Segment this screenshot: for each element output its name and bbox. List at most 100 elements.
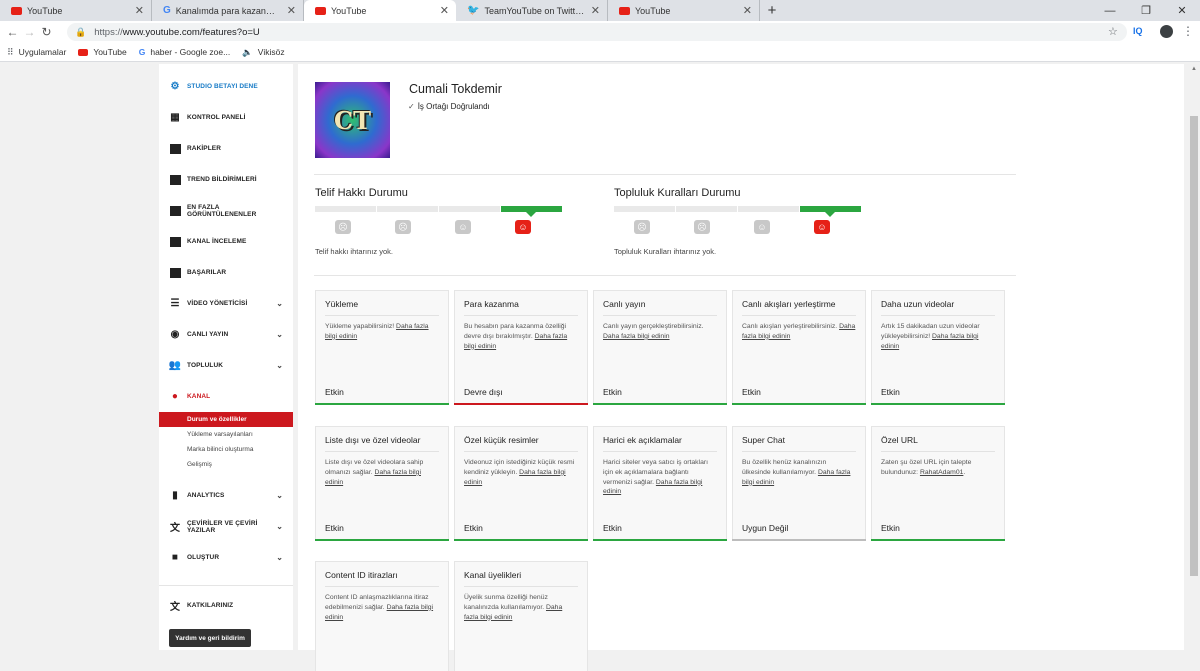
bookmark-label: haber - Google zoe...	[150, 47, 231, 57]
feature-card: Harici ek açıklamalar Harici siteler veya…	[593, 426, 727, 541]
chevron-down-icon: ⌄	[276, 361, 283, 370]
sidebar-item-translations[interactable]: 文 ÇEVİRİLER VE ÇEVİRİ YAZILAR ⌄	[159, 511, 293, 542]
menu-kebab-icon[interactable]: ⋮	[1182, 24, 1194, 38]
lock-icon: 🔒	[75, 26, 87, 37]
close-tab-icon[interactable]: ✕	[287, 4, 296, 17]
sidebar-item-label: KANAL İNCELEME	[187, 238, 247, 245]
meter-segment-current	[501, 206, 562, 217]
url-bar[interactable]: 🔒 https://www.youtube.com/features?o=U	[67, 23, 1127, 41]
divider	[314, 275, 1016, 276]
sidebar-item-analytics[interactable]: ▮ ANALYTICS ⌄	[159, 480, 293, 511]
bookmark-apps[interactable]: ⠿ Uygulamalar	[7, 47, 66, 58]
sidebar-subitem-branding[interactable]: Marka bilinci oluşturma	[159, 442, 293, 457]
sidebar-item-label: TOPLULUK	[187, 362, 224, 369]
apps-grid-icon: ⠿	[7, 46, 14, 57]
chevron-down-icon: ⌄	[276, 553, 283, 562]
sidebar-item-video-manager[interactable]: ☰ VİDEO YÖNETİCİSİ ⌄	[159, 288, 293, 319]
youtube-icon	[78, 48, 89, 56]
tab-title: YouTube	[331, 5, 367, 16]
learn-more-link[interactable]: Daha fazla bilgi edinin	[603, 333, 670, 340]
youtube-icon	[11, 6, 22, 15]
scrollbar-thumb[interactable]	[1190, 116, 1198, 576]
sidebar-item-community[interactable]: 👥 TOPLULUK ⌄	[159, 350, 293, 381]
sidebar-item-studio-beta[interactable]: ⚙ STUDIO BETAYI DENE	[159, 71, 293, 102]
new-tab-button[interactable]: +	[760, 0, 784, 21]
community-status-meter	[614, 206, 874, 217]
minimize-icon[interactable]: —	[1092, 0, 1128, 21]
neutral-face-icon: ☺	[455, 220, 471, 234]
profile-avatar[interactable]	[1160, 25, 1173, 38]
extension-iq-icon[interactable]: IQ	[1133, 26, 1143, 36]
sidebar-item-achievements[interactable]: BAŞARILAR	[159, 257, 293, 288]
learn-more-link[interactable]: RahatAdam01	[920, 469, 963, 476]
bookmark-star-icon[interactable]: ☆	[1108, 25, 1118, 38]
close-tab-icon[interactable]: ✕	[591, 4, 600, 17]
browser-tab-active[interactable]: YouTube ✕	[304, 0, 456, 21]
address-toolbar: ← → ↻ 🔒 https://www.youtube.com/features…	[0, 21, 1200, 43]
sidebar-item-label: ÇEVİRİLER VE ÇEVİRİ YAZILAR	[187, 519, 258, 534]
sidebar-subitem-upload-defaults[interactable]: Yükleme varsayılanları	[159, 427, 293, 442]
feature-card-status: Etkin	[464, 523, 483, 533]
sidebar-item-label: ANALYTICS	[187, 492, 225, 499]
back-arrow-icon[interactable]: ←	[4, 25, 21, 39]
channel-name: Cumali Tokdemir	[409, 82, 502, 96]
bookmark-label: Vikisöz	[257, 47, 285, 57]
feature-card-description: Canlı akışları yerleştirebilirsiniz. Dah…	[733, 316, 865, 342]
feature-card-status: Etkin	[603, 387, 622, 397]
bookmark-label: Uygulamalar	[18, 47, 67, 57]
feature-card-title: Daha uzun videolar	[881, 299, 955, 309]
feature-card-title: Para kazanma	[464, 299, 519, 309]
sidebar-item-most-viewed[interactable]: EN FAZLA GÖRÜNTÜLENENLER	[159, 195, 293, 226]
feature-status-bar	[315, 539, 449, 541]
browser-tab[interactable]: YouTube ✕	[608, 0, 760, 21]
bookmark-vikisoz[interactable]: 🔈 Vikisöz	[242, 47, 284, 58]
help-feedback-button[interactable]: Yardım ve geri bildirim	[169, 629, 251, 647]
reload-icon[interactable]: ↻	[38, 25, 55, 39]
verified-label: İş Ortağı Doğrulandı	[417, 102, 490, 111]
browser-tab[interactable]: G Kanalımda para kazanma özelliği ✕	[152, 0, 304, 21]
feature-card: Özel küçük resimler Videonuz için istediğ…	[454, 426, 588, 541]
sidebar-item-live[interactable]: ◉ CANLI YAYIN ⌄	[159, 319, 293, 350]
feature-card-title: Harici ek açıklamalar	[603, 435, 682, 445]
feature-status-bar	[454, 539, 588, 541]
close-tab-icon[interactable]: ✕	[743, 4, 752, 17]
browser-tab[interactable]: 🐦 TeamYouTube on Twitter: "Hi the ✕	[456, 0, 608, 21]
extension-icon	[169, 174, 181, 185]
video-camera-icon: ■	[171, 552, 179, 563]
feature-card-text: Canlı yayın gerçekleştirebilirsiniz.	[603, 323, 704, 330]
scroll-up-icon[interactable]: ▲	[1191, 66, 1197, 72]
sidebar-item-trend-alerts[interactable]: TREND BİLDİRİMLERİ	[159, 164, 293, 195]
feature-card-status: Uygun Değil	[742, 523, 789, 533]
sidebar-item-competitors[interactable]: RAKİPLER	[159, 133, 293, 164]
browser-tab[interactable]: YouTube ✕	[0, 0, 152, 21]
feature-card-title: Özel URL	[881, 435, 918, 445]
feature-card-title: Liste dışı ve özel videolar	[325, 435, 421, 445]
sidebar-item-label: KATKILARINIZ	[187, 602, 234, 609]
feature-card-status: Etkin	[603, 523, 622, 533]
page-scrollbar[interactable]: ▲	[1188, 64, 1200, 650]
sidebar-subitem-status-features[interactable]: Durum ve özellikler	[159, 412, 293, 427]
neutral-face-icon: ☹	[395, 220, 411, 234]
bookmark-youtube[interactable]: YouTube	[78, 47, 127, 57]
sidebar-subitem-advanced[interactable]: Gelişmiş	[159, 457, 293, 472]
sidebar-item-label: KANAL	[187, 393, 211, 400]
community-status-message: Topluluk Kuralları ihtarınız yok.	[614, 247, 717, 256]
sidebar-item-channel[interactable]: ● KANAL	[159, 381, 293, 412]
feature-card-text: Üyelik sunma özelliği henüz kanalınızda …	[464, 594, 548, 611]
window-close-icon[interactable]: ✕	[1164, 0, 1200, 21]
restore-icon[interactable]: ❐	[1128, 0, 1164, 21]
sidebar-item-dashboard[interactable]: ▦ KONTROL PANELİ	[159, 102, 293, 133]
bookmark-label: YouTube	[93, 47, 127, 57]
feature-card-status: Etkin	[325, 387, 344, 397]
meter-segment	[738, 206, 799, 212]
extension-icon	[169, 267, 181, 278]
sidebar-item-create[interactable]: ■ OLUŞTUR ⌄	[159, 542, 293, 573]
sidebar-item-channel-audit[interactable]: KANAL İNCELEME	[159, 226, 293, 257]
close-tab-icon[interactable]: ✕	[440, 4, 449, 17]
sidebar-item-contributions[interactable]: 文 KATKILARINIZ	[159, 590, 293, 621]
bookmark-google-news[interactable]: Ghaber - Google zoe...	[139, 47, 230, 57]
feature-card-title: Canlı yayın	[603, 299, 646, 309]
close-tab-icon[interactable]: ✕	[135, 4, 144, 17]
extension-icon	[169, 236, 181, 247]
forward-arrow-icon[interactable]: →	[21, 25, 38, 39]
